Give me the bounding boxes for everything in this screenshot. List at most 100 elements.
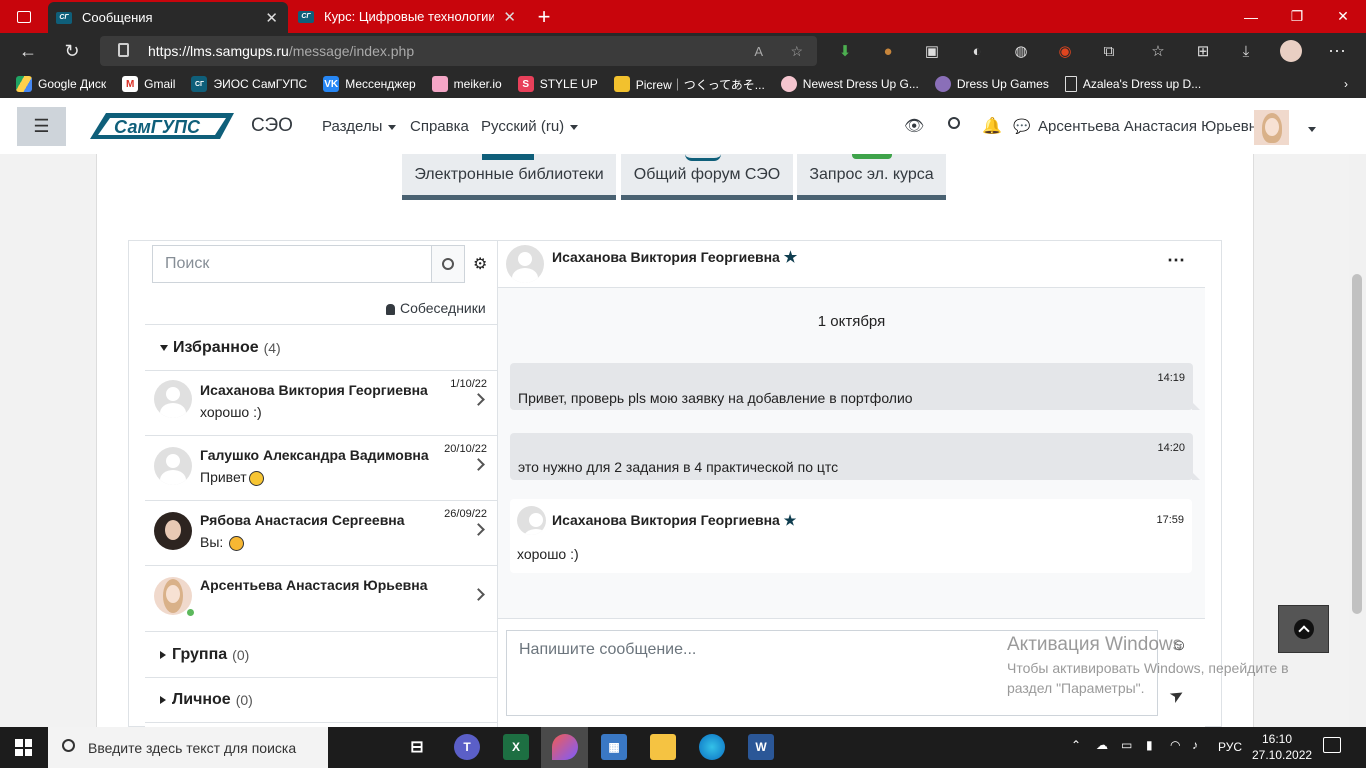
messages-icon[interactable]: 💬 bbox=[1013, 118, 1030, 135]
block-libraries[interactable]: Электронные библиотеки bbox=[402, 154, 616, 200]
contact-row[interactable]: Галушко Александра Вадимовна Привет 20/1… bbox=[145, 435, 497, 500]
bookmark-azalea[interactable]: Azalea's Dress up D... bbox=[1064, 76, 1201, 92]
search-icon[interactable] bbox=[948, 116, 960, 134]
chevron-down-icon bbox=[388, 124, 397, 130]
wifi-icon[interactable]: ◠ bbox=[1170, 738, 1180, 752]
tab-messages[interactable]: СГ Сообщения ✕ bbox=[48, 2, 288, 33]
user-menu-chevron-icon[interactable] bbox=[1308, 120, 1316, 137]
close-tab-icon[interactable]: ✕ bbox=[503, 8, 516, 26]
received-message[interactable]: Исаханова Виктория Георгиевна ★ 17:59 хо… bbox=[510, 499, 1192, 573]
favorites-section-header[interactable]: Избранное (4) bbox=[145, 324, 497, 370]
bookmark-styleup[interactable]: S STYLE UP bbox=[517, 76, 598, 92]
conversation-options-icon[interactable]: ⋯ bbox=[1167, 250, 1185, 271]
accessibility-icon[interactable]: 👁 bbox=[904, 116, 924, 136]
show-hidden-icons[interactable]: ⌃ bbox=[1071, 738, 1081, 752]
photos-icon[interactable]: ▦ bbox=[601, 734, 627, 760]
group-section-header[interactable]: Группа (0) bbox=[145, 631, 497, 677]
close-window-button[interactable]: ✕ bbox=[1320, 0, 1366, 33]
scroll-to-top-button[interactable] bbox=[1278, 605, 1329, 653]
bookmark-google-drive[interactable]: Google Диск bbox=[16, 76, 106, 92]
notifications-icon[interactable] bbox=[1323, 737, 1341, 753]
user-avatar[interactable] bbox=[1254, 110, 1289, 145]
contact-row[interactable]: Исаханова Виктория Георгиевна хорошо :) … bbox=[145, 370, 497, 435]
search-button[interactable] bbox=[431, 245, 465, 283]
address-bar[interactable]: https://lms.samgups.ru/message/index.php… bbox=[100, 36, 817, 66]
bookmark-picrew[interactable]: Picrew｜つくってあそ... bbox=[613, 76, 765, 93]
block-forum[interactable]: Общий форум СЭО bbox=[621, 154, 793, 200]
bookmarks-more-icon[interactable]: › bbox=[1344, 77, 1348, 91]
tab-course[interactable]: СГ Курс: Цифровые технологии са ✕ bbox=[290, 0, 526, 33]
block-course-request[interactable]: Запрос эл. курса bbox=[797, 154, 946, 200]
bookmark-gmail[interactable]: M Gmail bbox=[122, 76, 175, 92]
contacts-link[interactable]: Собеседники bbox=[386, 300, 486, 316]
drawer-toggle-button[interactable]: ☰ bbox=[17, 107, 66, 146]
help-link[interactable]: Справка bbox=[410, 118, 469, 135]
input-language[interactable]: РУС bbox=[1218, 740, 1242, 754]
download-extension-icon[interactable]: ⬇ bbox=[834, 40, 856, 62]
message-bubble[interactable]: 14:20 это нужно для 2 задания в 4 практи… bbox=[510, 433, 1200, 480]
maximize-button[interactable]: ❐ bbox=[1274, 0, 1320, 33]
partner-avatar[interactable] bbox=[506, 245, 544, 283]
system-clock[interactable]: 16:10 27.10.2022 bbox=[1252, 731, 1312, 763]
new-tab-button[interactable]: + bbox=[526, 0, 562, 33]
last-message: хорошо :) bbox=[200, 404, 262, 420]
page-scrollbar[interactable] bbox=[1349, 154, 1366, 727]
samgups-icon: СГ bbox=[191, 76, 208, 92]
taskbar-search-input[interactable]: Введите здесь текст для поиска bbox=[48, 727, 328, 768]
start-windows-icon[interactable] bbox=[15, 739, 32, 756]
onedrive-icon[interactable]: ☁ bbox=[1096, 738, 1108, 752]
bear-extension-icon[interactable]: ● bbox=[877, 40, 899, 62]
user-name[interactable]: Арсентьева Анастасия Юрьевна bbox=[1038, 118, 1265, 135]
google-drive-icon bbox=[16, 76, 32, 92]
color-extension-icon[interactable]: ◉ bbox=[1054, 40, 1076, 62]
last-message: Привет bbox=[200, 469, 264, 486]
close-tab-icon[interactable]: ✕ bbox=[265, 9, 278, 27]
language-menu[interactable]: Русский (ru) bbox=[481, 118, 579, 135]
message-bubble[interactable]: 14:19 Привет, проверь pls мою заявку на … bbox=[510, 363, 1200, 410]
file-explorer-icon[interactable] bbox=[650, 734, 676, 760]
downloads-icon[interactable]: ⤓ bbox=[1235, 40, 1257, 62]
notification-bell-icon[interactable]: 🔔 bbox=[982, 116, 1002, 136]
settings-gear-icon[interactable]: ⚙ bbox=[473, 254, 487, 274]
contact-row[interactable]: Рябова Анастасия Сергеевна Вы: 26/09/22 bbox=[145, 500, 497, 565]
task-view-icon[interactable]: ⊟ bbox=[404, 734, 430, 760]
search-icon bbox=[62, 739, 75, 752]
favorite-star-icon[interactable]: ☆ bbox=[790, 43, 803, 60]
bookmark-dress-up-games[interactable]: Dress Up Games bbox=[934, 76, 1049, 92]
bookmark-meiker[interactable]: meiker.io bbox=[431, 76, 502, 92]
minimize-button[interactable]: — bbox=[1228, 0, 1274, 33]
battery-icon[interactable]: ▮ bbox=[1146, 738, 1153, 752]
extensions-icon[interactable]: ⧉ bbox=[1098, 40, 1120, 62]
bookmark-messenger[interactable]: VK Мессенджер bbox=[323, 76, 416, 92]
bookmark-eios[interactable]: СГ ЭИОС СамГУПС bbox=[191, 76, 307, 92]
bookmark-newest-dress-up[interactable]: Newest Dress Up G... bbox=[780, 76, 919, 92]
library-icon bbox=[482, 154, 534, 160]
excel-icon[interactable]: X bbox=[503, 734, 529, 760]
scrollbar-thumb[interactable] bbox=[1352, 274, 1362, 614]
meet-icon[interactable]: ▭ bbox=[1121, 738, 1132, 752]
copy-extension-icon[interactable]: ▣ bbox=[921, 40, 943, 62]
site-name[interactable]: СЭО bbox=[251, 115, 293, 137]
profile-avatar[interactable] bbox=[1280, 40, 1302, 62]
samgups-logo[interactable]: СамГУПС bbox=[84, 109, 244, 145]
teams-icon[interactable]: T bbox=[454, 734, 480, 760]
refresh-button[interactable]: ↻ bbox=[57, 36, 87, 66]
volume-icon[interactable]: ♪ bbox=[1192, 738, 1198, 752]
sections-menu[interactable]: Разделы bbox=[322, 118, 397, 135]
globe-extension-icon[interactable]: ◍ bbox=[1010, 40, 1032, 62]
more-menu-icon[interactable]: ⋯ bbox=[1326, 40, 1348, 62]
search-input[interactable]: Поиск bbox=[152, 245, 432, 283]
edge-browser-icon[interactable] bbox=[699, 734, 725, 760]
contact-row[interactable]: Арсентьева Анастасия Юрьевна bbox=[145, 565, 497, 631]
word-icon[interactable]: W bbox=[748, 734, 774, 760]
request-icon bbox=[852, 154, 892, 159]
disc-extension-icon[interactable]: ◐ bbox=[966, 40, 988, 62]
personal-section-header[interactable]: Личное (0) bbox=[145, 677, 497, 723]
collections-icon[interactable]: ⊞ bbox=[1192, 40, 1214, 62]
partner-name[interactable]: Исаханова Виктория Георгиевна ★ bbox=[552, 248, 797, 266]
paint-app-icon[interactable] bbox=[552, 734, 578, 760]
tab-actions-button[interactable] bbox=[0, 0, 48, 33]
favorites-icon[interactable]: ☆ bbox=[1147, 40, 1169, 62]
read-aloud-icon[interactable]: A bbox=[754, 44, 763, 59]
back-button[interactable]: ← bbox=[13, 36, 43, 66]
